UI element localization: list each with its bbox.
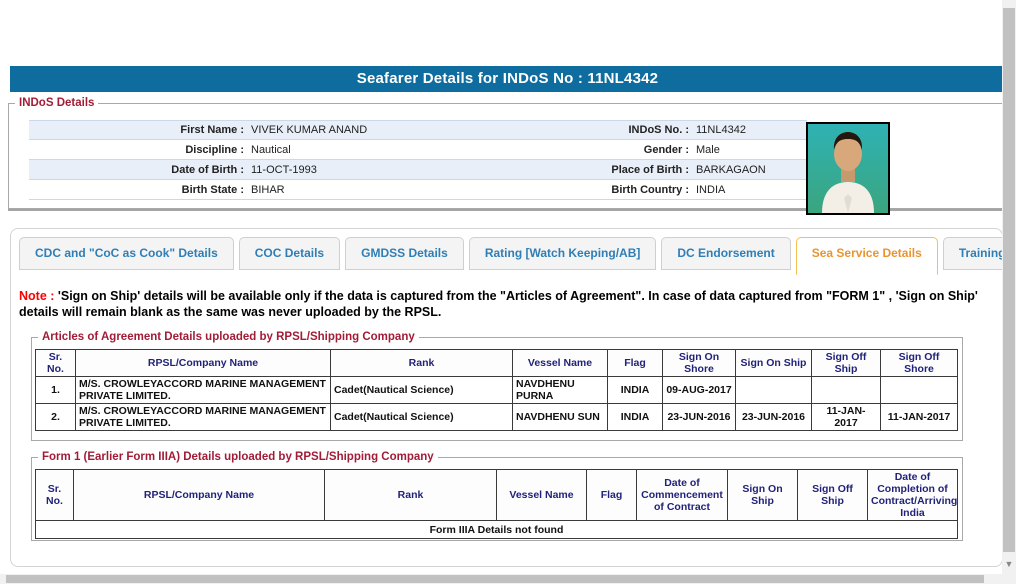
cell-sign-on-ship: 23-JUN-2016 xyxy=(735,403,812,431)
cell-vessel-name: NAVDHENU PURNA xyxy=(512,376,608,404)
sea-service-panel: CDC and "CoC as Cook" Details COC Detail… xyxy=(10,228,1016,567)
col-sign-off-ship: Sign Off Ship xyxy=(811,349,881,377)
form1-table: Sr. No. RPSL/Company Name Rank Vessel Na… xyxy=(35,469,958,539)
col-sign-off-shore: Sign Off Shore xyxy=(880,349,958,377)
cell-rank: Cadet(Nautical Science) xyxy=(330,403,513,431)
first-name-value: VIVEK KUMAR ANAND xyxy=(251,124,368,136)
col-sr-no: Sr. No. xyxy=(35,469,74,521)
cell-sign-on-ship xyxy=(735,376,812,404)
cell-sign-off-ship xyxy=(811,376,881,404)
col-company-name: RPSL/Company Name xyxy=(75,349,331,377)
table-header-row: Sr. No. RPSL/Company Name Rank Vessel Na… xyxy=(35,469,958,521)
col-sign-off-ship: Sign Off Ship xyxy=(797,469,868,521)
date-of-birth-label: Date of Birth : xyxy=(171,163,244,176)
tab-dc-endorsement[interactable]: DC Endorsement xyxy=(661,237,791,270)
col-company-name: RPSL/Company Name xyxy=(73,469,325,521)
col-vessel-name: Vessel Name xyxy=(496,469,587,521)
indos-row: First Name : VIVEK KUMAR ANAND INDoS No.… xyxy=(29,120,807,140)
tab-gmdss-details[interactable]: GMDSS Details xyxy=(345,237,464,270)
cell-sign-on-shore: 09-AUG-2017 xyxy=(662,376,736,404)
cell-company-name: M/S. CROWLEYACCORD MARINE MANAGEMENT PRI… xyxy=(75,376,331,404)
col-flag: Flag xyxy=(586,469,637,521)
col-vessel-name: Vessel Name xyxy=(512,349,608,377)
place-of-birth-label: Place of Birth : xyxy=(611,163,689,176)
tab-coc-details[interactable]: COC Details xyxy=(238,237,341,270)
note-prefix: Note : xyxy=(19,289,58,303)
articles-of-agreement-table: Sr. No. RPSL/Company Name Rank Vessel Na… xyxy=(35,349,958,431)
horizontal-scrollbar-thumb[interactable] xyxy=(6,575,984,583)
discipline-label: Discipline : xyxy=(185,143,244,156)
tab-bar: CDC and "CoC as Cook" Details COC Detail… xyxy=(19,237,1016,275)
vertical-scrollbar-thumb[interactable] xyxy=(1003,8,1015,552)
seafarer-photo-image xyxy=(808,124,888,213)
cell-vessel-name: NAVDHENU SUN xyxy=(512,403,608,431)
gender-label: Gender : xyxy=(643,143,689,156)
col-flag: Flag xyxy=(607,349,663,377)
form-iiia-not-found-message: Form IIIA Details not found xyxy=(35,520,958,539)
indos-row: Discipline : Nautical Gender : Male xyxy=(29,140,807,160)
tab-rating-watch-keeping[interactable]: Rating [Watch Keeping/AB] xyxy=(468,237,657,270)
tab-cdc-coc-cook-details[interactable]: CDC and "CoC as Cook" Details xyxy=(19,237,234,270)
col-sign-on-shore: Sign On Shore xyxy=(662,349,736,377)
indos-details-table: First Name : VIVEK KUMAR ANAND INDoS No.… xyxy=(29,120,807,200)
sign-on-ship-note: Note : 'Sign on Ship' details will be av… xyxy=(19,289,994,320)
indos-row: Date of Birth : 11-OCT-1993 Place of Bir… xyxy=(29,160,807,180)
table-header-row: Sr. No. RPSL/Company Name Rank Vessel Na… xyxy=(35,349,958,377)
cell-rank: Cadet(Nautical Science) xyxy=(330,376,513,404)
cell-sign-on-shore: 23-JUN-2016 xyxy=(662,403,736,431)
cell-flag: INDIA xyxy=(607,376,663,404)
articles-of-agreement-legend: Articles of Agreement Details uploaded b… xyxy=(42,331,415,343)
cell-company-name: M/S. CROWLEYACCORD MARINE MANAGEMENT PRI… xyxy=(75,403,331,431)
indos-details-legend: INDoS Details xyxy=(19,97,95,109)
col-sr-no: Sr. No. xyxy=(35,349,76,377)
birth-state-value: BIHAR xyxy=(251,183,285,196)
tab-sea-service-details[interactable]: Sea Service Details xyxy=(795,237,938,275)
cell-sign-off-shore: 11-JAN-2017 xyxy=(880,403,958,431)
gender-value: Male xyxy=(696,143,720,156)
table-row: 1. M/S. CROWLEYACCORD MARINE MANAGEMENT … xyxy=(35,376,958,404)
cell-flag: INDIA xyxy=(607,403,663,431)
indos-no-value: 11NL4342 xyxy=(696,124,746,136)
horizontal-scrollbar[interactable] xyxy=(0,574,1002,584)
col-commencement-date: Date of Commencement of Contract xyxy=(636,469,728,521)
first-name-label: First Name : xyxy=(180,124,244,136)
articles-of-agreement-fieldset: Articles of Agreement Details uploaded b… xyxy=(31,331,963,441)
col-completion-date: Date of Completion of Contract/Arriving … xyxy=(867,469,958,521)
place-of-birth-value: BARKAGAON xyxy=(696,163,766,176)
col-sign-on-ship: Sign On Ship xyxy=(727,469,798,521)
scroll-down-arrow-icon[interactable]: ▼ xyxy=(1002,556,1016,572)
cell-sign-off-shore xyxy=(880,376,958,404)
birth-country-label: Birth Country : xyxy=(611,183,689,196)
form1-legend: Form 1 (Earlier Form IIIA) Details uploa… xyxy=(42,451,434,463)
empty-row: Form IIIA Details not found xyxy=(35,520,958,539)
vertical-scrollbar[interactable]: ▼ xyxy=(1002,0,1016,584)
date-of-birth-value: 11-OCT-1993 xyxy=(251,163,317,176)
cell-sr-no: 1. xyxy=(35,376,76,404)
birth-state-label: Birth State : xyxy=(181,183,244,196)
seafarer-photo xyxy=(806,122,890,215)
col-rank: Rank xyxy=(324,469,497,521)
cell-sign-off-ship: 11-JAN-2017 xyxy=(811,403,881,431)
form1-fieldset: Form 1 (Earlier Form IIIA) Details uploa… xyxy=(31,451,963,541)
indos-no-label: INDoS No. : xyxy=(628,124,690,136)
table-row: 2. M/S. CROWLEYACCORD MARINE MANAGEMENT … xyxy=(35,403,958,431)
discipline-value: Nautical xyxy=(251,143,291,156)
col-sign-on-ship: Sign On Ship xyxy=(735,349,812,377)
cell-sr-no: 2. xyxy=(35,403,76,431)
indos-details-fieldset: INDoS Details First Name : VIVEK KUMAR A… xyxy=(8,97,1006,215)
col-rank: Rank xyxy=(330,349,513,377)
birth-country-value: INDIA xyxy=(696,183,726,196)
page-title: Seafarer Details for INDoS No : 11NL4342 xyxy=(10,66,1005,92)
indos-row: Birth State : BIHAR Birth Country : INDI… xyxy=(29,180,807,200)
note-text: 'Sign on Ship' details will be available… xyxy=(19,289,978,319)
